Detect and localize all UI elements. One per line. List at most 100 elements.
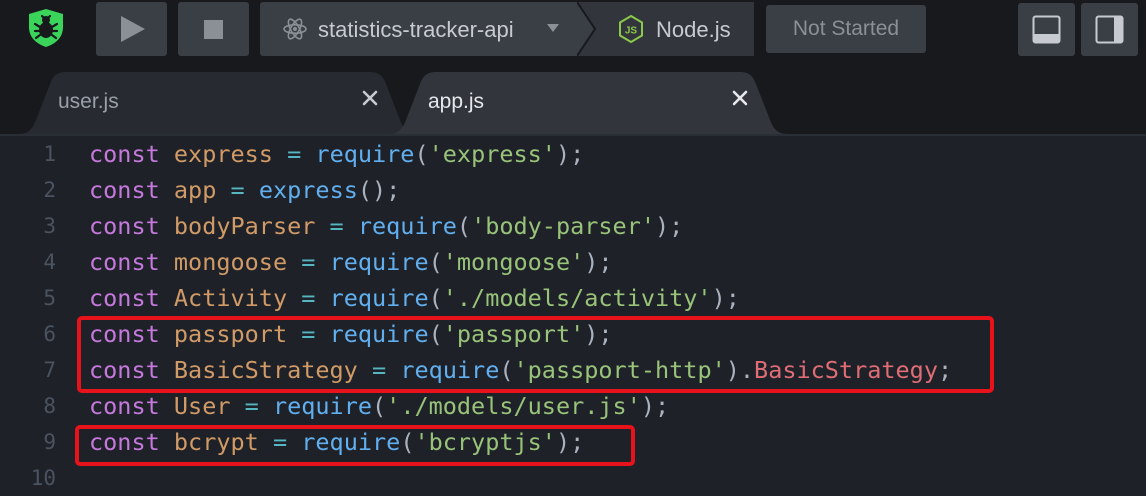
- code-token: (: [428, 284, 443, 312]
- code-token: );: [555, 140, 585, 168]
- code-token: const: [89, 248, 160, 276]
- code-line[interactable]: 4 const mongoose = require('mongoose');: [0, 244, 1146, 280]
- line-number: 4: [43, 250, 56, 274]
- code-token: const: [89, 284, 160, 312]
- code-token: './models/user.js': [386, 392, 641, 420]
- code-text: const express = require('express');: [89, 140, 584, 168]
- toggle-right-panel-button[interactable]: [1081, 3, 1138, 56]
- code-line[interactable]: 8 const User = require('./models/user.js'…: [0, 388, 1146, 424]
- tab-label: app.js: [428, 90, 485, 113]
- code-token: (: [456, 212, 472, 240]
- toggle-bottom-panel-button[interactable]: [1018, 3, 1075, 56]
- code-token: require: [357, 212, 457, 240]
- highlight-box: [75, 425, 635, 466]
- code-line[interactable]: 3 const bodyParser = require('body-parser…: [0, 208, 1146, 244]
- close-icon[interactable]: [730, 88, 750, 108]
- code-editor[interactable]: 1 const express = require('express'); 2 con…: [0, 136, 1146, 490]
- line-number: 8: [43, 394, 56, 418]
- close-icon[interactable]: [360, 88, 380, 108]
- code-line[interactable]: 2 const app = express();: [0, 172, 1146, 208]
- code-token: 'express': [428, 140, 556, 168]
- code-token: );: [584, 248, 613, 276]
- code-token: (: [414, 140, 429, 168]
- code-token: (: [428, 248, 443, 276]
- code-token: (: [372, 392, 387, 420]
- stop-button[interactable]: [178, 2, 249, 56]
- runtime-selector[interactable]: JS Node.js: [577, 2, 754, 56]
- code-text: const Activity = require('./models/activ…: [89, 284, 740, 312]
- code-token: require: [329, 248, 429, 276]
- code-token: 'mongoose': [442, 248, 585, 276]
- line-number: 3: [43, 214, 56, 238]
- code-token: mongoose: [173, 248, 288, 276]
- run-button[interactable]: [96, 2, 167, 56]
- code-text: const mongoose = require('mongoose');: [89, 248, 613, 276]
- line-number: 10: [30, 466, 56, 490]
- code-token: =: [230, 176, 245, 204]
- code-token: 'body-parser': [471, 212, 655, 240]
- code-token: require: [329, 284, 429, 312]
- atom-icon: [283, 18, 307, 40]
- svg-text:JS: JS: [625, 26, 638, 37]
- code-token: require: [272, 392, 373, 420]
- code-token: );: [640, 392, 670, 420]
- breadcrumb-separator: [577, 2, 597, 56]
- code-token: User: [173, 392, 231, 420]
- line-number: 1: [43, 142, 56, 166]
- toolbar: statistics-tracker-api JS Node.js Not St…: [0, 0, 1146, 62]
- play-icon: [121, 16, 145, 42]
- code-token: const: [89, 212, 160, 240]
- code-token: './models/activity': [442, 284, 712, 312]
- code-token: const: [89, 140, 160, 168]
- highlight-box: [77, 316, 994, 393]
- line-number: 6: [43, 322, 56, 346]
- code-token: const: [89, 392, 160, 420]
- code-token: =: [301, 248, 316, 276]
- code-text: const app = express();: [89, 176, 400, 204]
- code-line[interactable]: 5 const Activity = require('./models/acti…: [0, 280, 1146, 316]
- code-token: express: [258, 176, 358, 204]
- right-panel-icon: [1095, 15, 1124, 44]
- code-token: require: [315, 140, 415, 168]
- bug-shield-logo-icon: [29, 9, 63, 47]
- nodejs-icon: JS: [619, 14, 643, 44]
- line-number: 5: [43, 286, 56, 310]
- code-token: =: [287, 140, 302, 168]
- chevron-down-icon: [547, 24, 559, 32]
- stop-icon: [204, 20, 223, 39]
- code-text: const User = require('./models/user.js')…: [89, 392, 669, 420]
- line-number: 7: [43, 358, 56, 382]
- status-badge: Not Started: [766, 5, 926, 53]
- line-number: 9: [43, 430, 56, 454]
- code-token: );: [711, 284, 740, 312]
- code-token: =: [301, 284, 316, 312]
- code-token: );: [655, 212, 684, 240]
- code-token: Activity: [173, 284, 288, 312]
- project-selector[interactable]: statistics-tracker-api: [260, 2, 577, 56]
- project-name: statistics-tracker-api: [318, 17, 514, 42]
- code-line[interactable]: 1 const express = require('express');: [0, 136, 1146, 172]
- code-token: bodyParser: [173, 212, 316, 240]
- tab-label: user.js: [58, 90, 119, 113]
- bottom-panel-icon: [1032, 15, 1061, 44]
- code-token: ();: [357, 176, 401, 204]
- status-label: Not Started: [792, 17, 900, 40]
- code-token: express: [173, 140, 273, 168]
